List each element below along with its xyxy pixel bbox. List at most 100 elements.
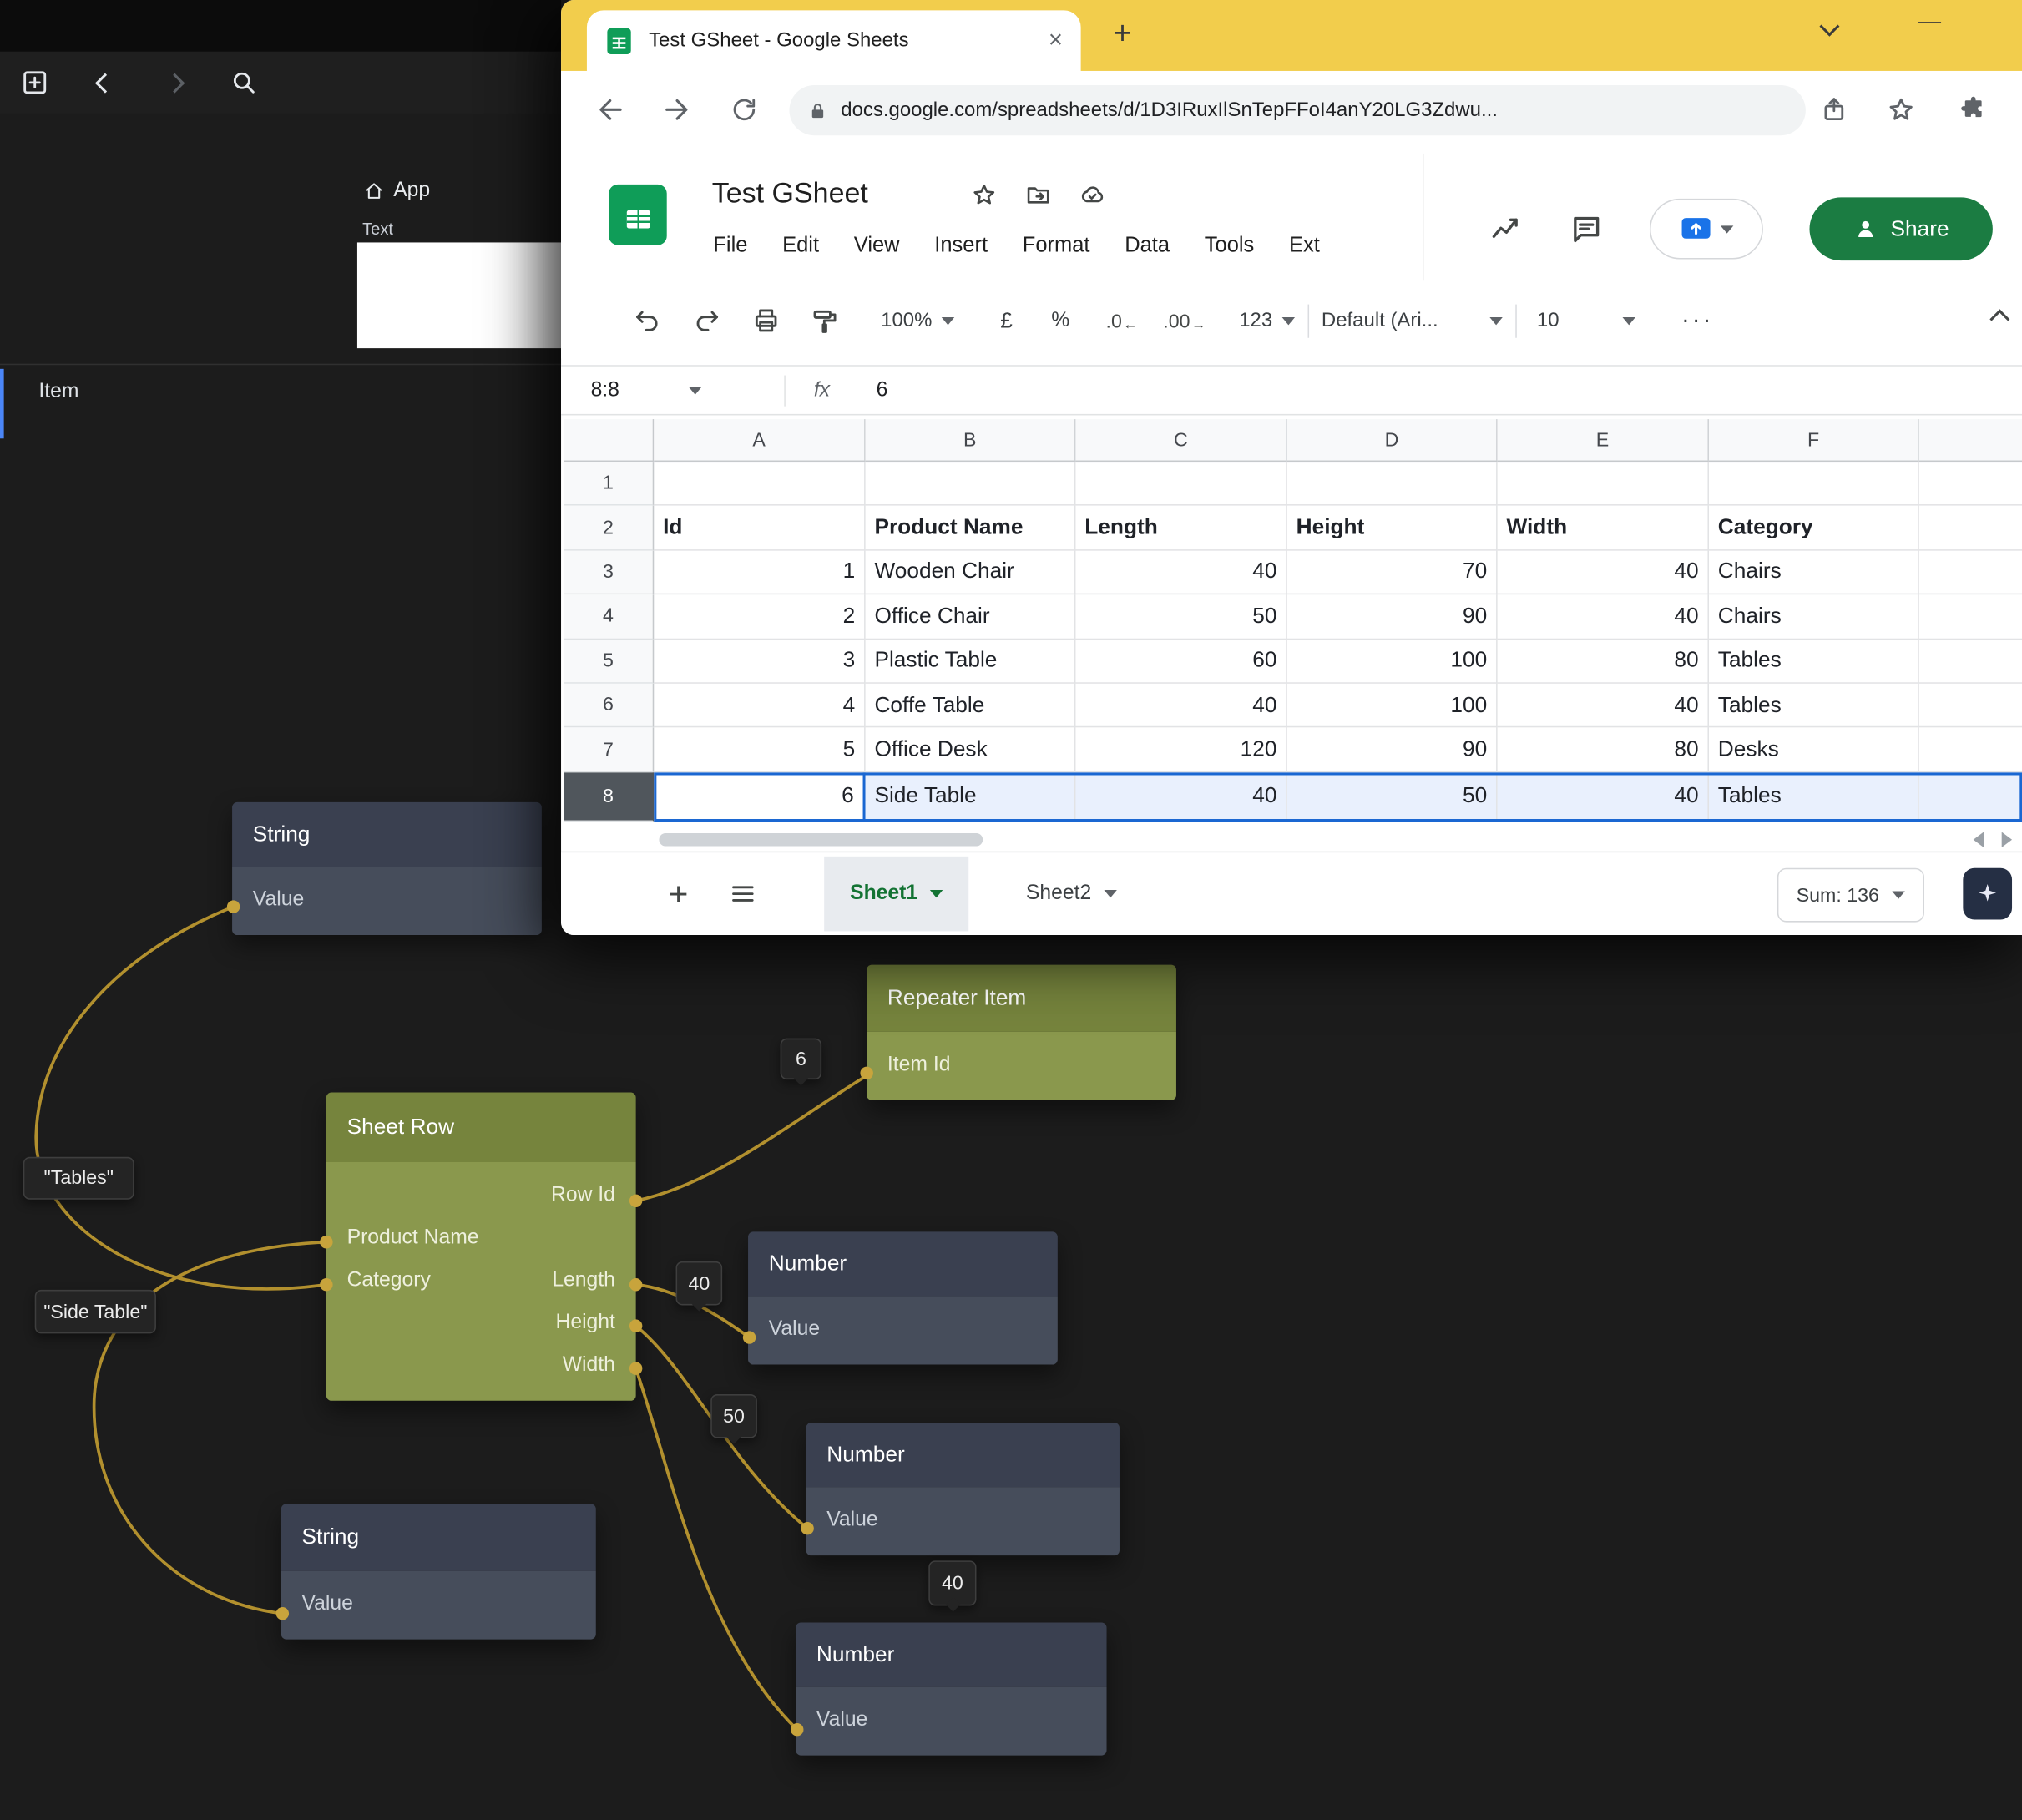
scroll-right-icon[interactable]	[2002, 832, 2012, 847]
cell[interactable]: Office Chair	[866, 594, 1076, 639]
cell[interactable]: 50	[1075, 594, 1286, 639]
sum-badge[interactable]: Sum: 136	[1777, 868, 1924, 923]
font-size-select[interactable]: 10	[1529, 310, 1643, 333]
menu-data[interactable]: Data	[1125, 234, 1170, 258]
node-repeater-item[interactable]: Repeater Item Item Id	[867, 965, 1176, 1100]
cell[interactable]: 80	[1498, 640, 1709, 684]
column-header-g[interactable]	[1919, 419, 2022, 462]
menu-insert[interactable]: Insert	[934, 234, 988, 258]
sheet-tab-sheet2[interactable]: Sheet2	[1026, 882, 1117, 906]
paint-format-button[interactable]	[811, 307, 840, 336]
port-item-id[interactable]: Item Id	[867, 1044, 1176, 1086]
explore-button[interactable]	[1963, 868, 2012, 920]
cell[interactable]: 40	[1498, 594, 1709, 639]
share-button[interactable]: Share	[1809, 197, 1992, 260]
cell[interactable]: 5	[654, 728, 865, 772]
new-tab-button[interactable]: +	[1113, 18, 1132, 51]
menu-extensions[interactable]: Ext	[1289, 234, 1320, 258]
cell[interactable]: Tables	[1709, 772, 1919, 822]
add-panel-button[interactable]	[0, 68, 69, 97]
row-header-selected[interactable]: 8	[564, 772, 654, 822]
row-header[interactable]: 3	[564, 550, 654, 594]
share-page-icon[interactable]	[1820, 95, 1848, 124]
print-button[interactable]	[752, 307, 781, 336]
cell[interactable]: 40	[1498, 684, 1709, 728]
cell[interactable]: Tables	[1709, 640, 1919, 684]
bookmark-star-icon[interactable]	[1887, 95, 1915, 124]
cell[interactable]: Chairs	[1709, 594, 1919, 639]
cell[interactable]	[1709, 462, 1919, 506]
column-header-a[interactable]: A	[654, 419, 865, 462]
node-string-2[interactable]: String Value	[281, 1504, 596, 1639]
all-sheets-button[interactable]	[710, 880, 775, 908]
percent-format-button[interactable]: %	[1051, 310, 1069, 333]
select-all-corner[interactable]	[564, 419, 654, 462]
cell[interactable]: 40	[1075, 772, 1286, 822]
cloud-status-icon[interactable]	[1079, 182, 1105, 208]
cell[interactable]: Wooden Chair	[866, 550, 1076, 594]
font-select[interactable]: Default (Ari...	[1322, 310, 1502, 333]
menu-view[interactable]: View	[854, 234, 900, 258]
menu-file[interactable]: File	[713, 234, 747, 258]
column-header-f[interactable]: F	[1709, 419, 1919, 462]
port-width[interactable]: Width	[326, 1344, 636, 1387]
port-row-id[interactable]: Row Id	[326, 1174, 636, 1216]
cell[interactable]: 100	[1287, 640, 1498, 684]
cell[interactable]	[1919, 594, 2022, 639]
app-breadcrumb[interactable]: App	[364, 179, 431, 203]
item-tree-label[interactable]: Item	[38, 381, 78, 404]
cell[interactable]: Desks	[1709, 728, 1919, 772]
cell[interactable]: 40	[1075, 550, 1286, 594]
column-header-b[interactable]: B	[866, 419, 1076, 462]
cell[interactable]: Coffe Table	[866, 684, 1076, 728]
text-component-label[interactable]: Text	[362, 220, 393, 239]
port-length[interactable]: Length	[552, 1268, 615, 1292]
cell[interactable]	[1919, 506, 2022, 550]
window-minimize-button[interactable]: —	[1918, 8, 1941, 34]
cell[interactable]: 4	[654, 684, 865, 728]
cell[interactable]: 60	[1075, 640, 1286, 684]
cell[interactable]	[1075, 462, 1286, 506]
cell[interactable]: 70	[1287, 550, 1498, 594]
cell[interactable]: 120	[1075, 728, 1286, 772]
row-header[interactable]: 6	[564, 684, 654, 728]
port-value[interactable]: Value	[796, 1699, 1106, 1742]
currency-format-button[interactable]: £	[1000, 308, 1013, 334]
reload-button[interactable]	[710, 95, 777, 124]
cell[interactable]: Side Table	[866, 772, 1076, 822]
sheet-tab-sheet1[interactable]: Sheet1	[824, 857, 969, 932]
comments-icon[interactable]	[1570, 212, 1603, 245]
cell[interactable]	[1919, 640, 2022, 684]
cell[interactable]: 3	[654, 640, 865, 684]
node-string-1[interactable]: String Value	[232, 802, 542, 935]
cell[interactable]: 40	[1498, 772, 1709, 822]
insights-icon[interactable]	[1489, 212, 1523, 245]
node-number-1[interactable]: Number Value	[748, 1231, 1058, 1364]
port-value[interactable]: Value	[806, 1499, 1120, 1541]
port-row-category-length[interactable]: Category Length	[326, 1259, 636, 1302]
port-value[interactable]: Value	[281, 1583, 596, 1625]
cell[interactable]: Length	[1075, 506, 1286, 550]
cell[interactable]	[654, 462, 865, 506]
horizontal-scrollbar[interactable]	[659, 833, 983, 846]
number-format-button[interactable]: 123	[1239, 310, 1294, 333]
cell[interactable]	[866, 462, 1076, 506]
nav-back-button[interactable]	[69, 75, 139, 89]
cell[interactable]: 40	[1075, 684, 1286, 728]
decrease-decimals-button[interactable]: .0←	[1106, 311, 1138, 332]
port-height[interactable]: Height	[326, 1302, 636, 1344]
cell[interactable]: Office Desk	[866, 728, 1076, 772]
cell[interactable]	[1919, 550, 2022, 594]
menu-tools[interactable]: Tools	[1205, 234, 1255, 258]
browser-tab[interactable]: Test GSheet - Google Sheets ×	[587, 10, 1081, 71]
port-value[interactable]: Value	[232, 878, 542, 921]
cell[interactable]: 90	[1287, 594, 1498, 639]
forward-button[interactable]	[644, 94, 710, 125]
cell[interactable]: 90	[1287, 728, 1498, 772]
active-cell[interactable]: 6	[654, 772, 865, 822]
name-box[interactable]: 8:8	[561, 378, 784, 402]
formula-input[interactable]: 6	[877, 378, 888, 402]
sheets-logo[interactable]	[609, 185, 667, 245]
meet-present-button[interactable]	[1650, 199, 1763, 260]
cell[interactable]	[1498, 462, 1709, 506]
